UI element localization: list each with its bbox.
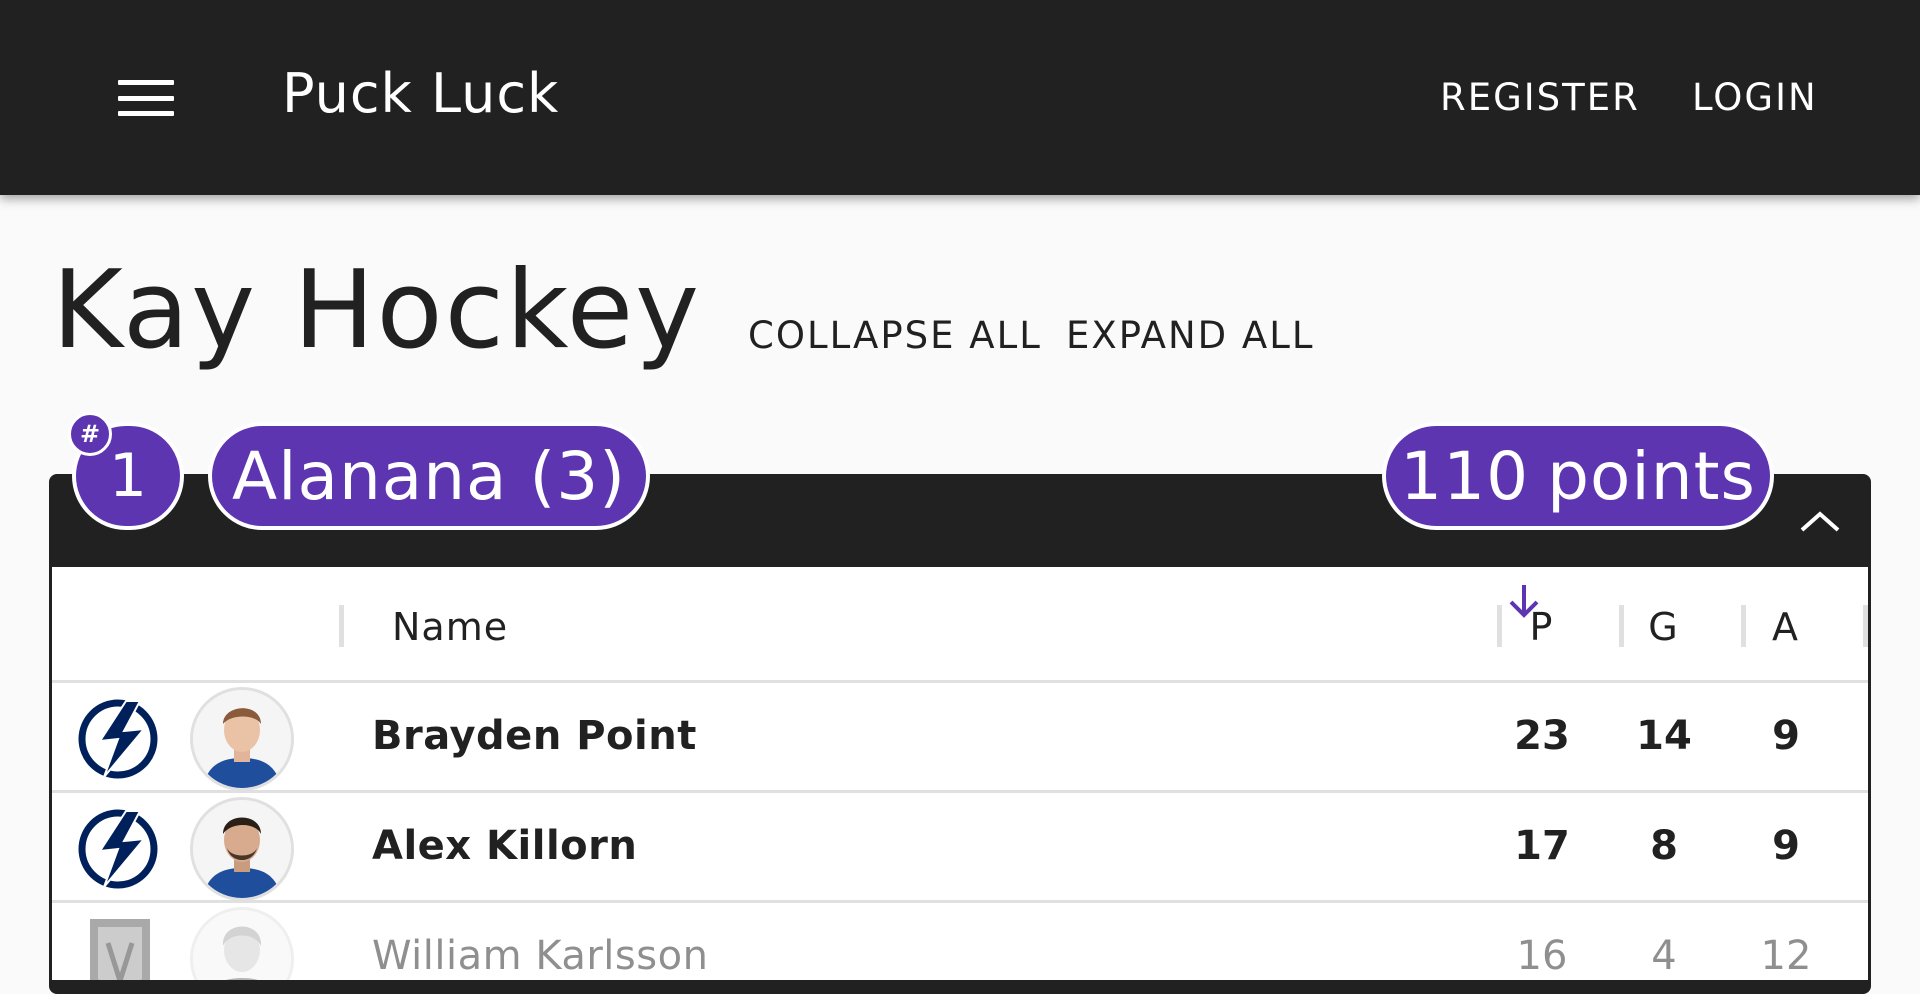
roster-table: Name P G A Brayden Point 23 14 9 Alex Ki…: [52, 567, 1868, 980]
column-separator: [1619, 605, 1624, 647]
menu-bar-line: [118, 80, 174, 85]
column-separator: [339, 605, 344, 647]
app-bar: Puck Luck REGISTER LOGIN: [0, 0, 1920, 195]
goals-cell: 8: [1650, 823, 1678, 869]
table-row[interactable]: Alex Killorn 17 8 9: [52, 793, 1868, 903]
login-button[interactable]: LOGIN: [1692, 76, 1818, 119]
rank-value: 1: [108, 441, 148, 511]
assists-cell: 12: [1760, 933, 1812, 979]
points-value: 110: [1400, 437, 1530, 515]
collapse-all-button[interactable]: COLLAPSE ALL: [748, 314, 1042, 357]
player-name: Brayden Point: [372, 713, 697, 759]
expand-all-button[interactable]: EXPAND ALL: [1066, 314, 1314, 357]
lightning-logo-icon: [70, 695, 170, 781]
lightning-logo-icon: [70, 805, 170, 891]
goals-cell: 14: [1636, 713, 1692, 759]
points-cell: 16: [1516, 933, 1568, 979]
points-cell: 17: [1514, 823, 1570, 869]
assists-cell: 9: [1772, 713, 1800, 759]
table-header: Name P G A: [52, 567, 1868, 683]
column-separator: [1497, 605, 1502, 647]
app-title[interactable]: Puck Luck: [282, 62, 559, 125]
team-name-badge: Alanana (3): [208, 422, 650, 530]
column-separator: [1863, 605, 1868, 647]
column-header-name[interactable]: Name: [392, 605, 508, 649]
player-name: William Karlsson: [372, 933, 709, 979]
team-name: Alanana (3): [232, 437, 626, 515]
menu-bar-line: [118, 95, 174, 101]
player-name: Alex Killorn: [372, 823, 638, 869]
table-row[interactable]: William Karlsson 16 4 12: [52, 903, 1868, 980]
avatar: [190, 687, 294, 791]
column-header-assists[interactable]: A: [1760, 605, 1810, 649]
points-badge: 110 points: [1382, 422, 1774, 530]
register-button[interactable]: REGISTER: [1440, 76, 1640, 119]
avatar: [190, 907, 294, 980]
hamburger-menu-icon[interactable]: [100, 72, 192, 124]
column-header-points[interactable]: P: [1516, 605, 1566, 649]
points-cell: 23: [1514, 713, 1570, 759]
assists-cell: 9: [1772, 823, 1800, 869]
goals-cell: 4: [1651, 933, 1677, 979]
chevron-up-icon[interactable]: [1796, 506, 1844, 534]
column-separator: [1741, 605, 1746, 647]
rank-marker-badge: #: [68, 412, 112, 456]
page-title: Kay Hockey: [52, 248, 702, 373]
knights-helmet-logo-icon: [70, 915, 170, 980]
points-label: points: [1547, 437, 1756, 515]
menu-bar-line: [118, 111, 174, 116]
avatar: [190, 797, 294, 901]
table-row[interactable]: Brayden Point 23 14 9: [52, 683, 1868, 793]
column-header-goals[interactable]: G: [1638, 605, 1688, 649]
